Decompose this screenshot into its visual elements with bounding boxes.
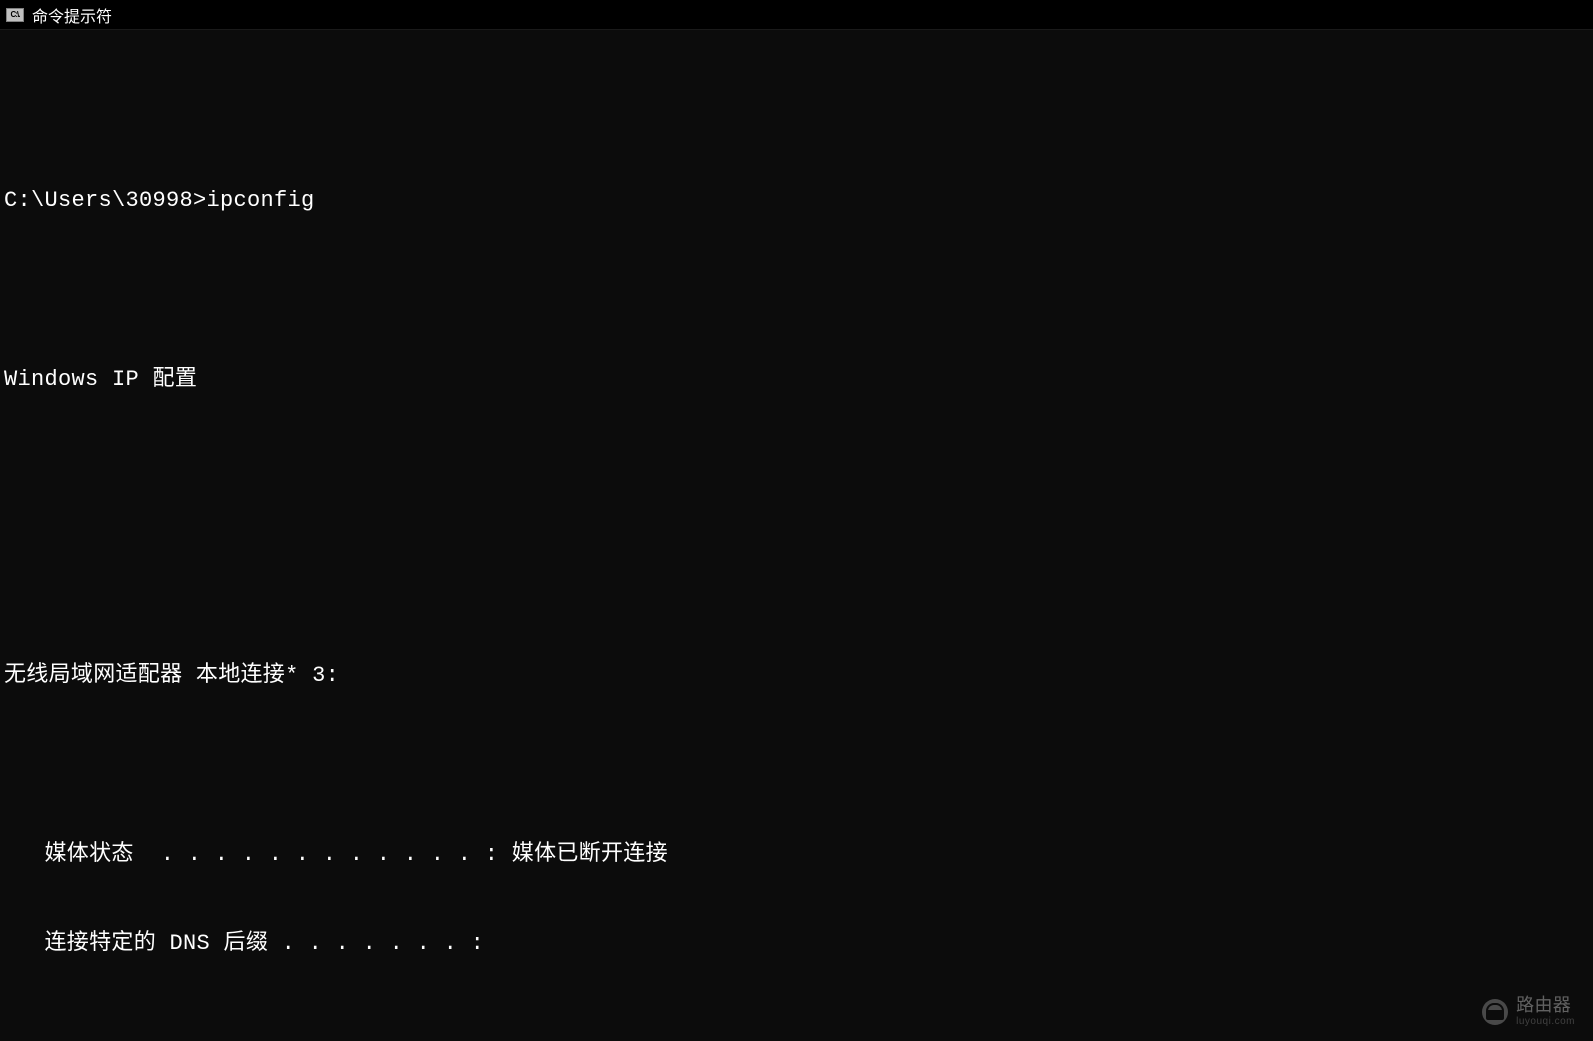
cmd-icon: C:\. [6, 8, 24, 22]
watermark: 路由器 luyouqi.com [1482, 996, 1575, 1027]
adapter-property: 连接特定的 DNS 后缀 . . . . . . . : [4, 929, 1589, 959]
watermark-url: luyouqi.com [1516, 1016, 1575, 1027]
watermark-text: 路由器 [1516, 996, 1575, 1016]
router-icon [1482, 999, 1508, 1025]
terminal-output[interactable]: C:\Users\30998>ipconfig Windows IP 配置 无线… [0, 30, 1593, 1041]
command-prompt-window: C:\. 命令提示符 C:\Users\30998>ipconfig Windo… [0, 0, 1593, 1041]
title-bar[interactable]: C:\. 命令提示符 [0, 0, 1593, 30]
ip-config-header: Windows IP 配置 [4, 365, 1589, 395]
adapter-title: 无线局域网适配器 本地连接* 3: [4, 661, 1589, 691]
adapter-property: 媒体状态 . . . . . . . . . . . . : 媒体已断开连接 [4, 840, 1589, 870]
window-title: 命令提示符 [32, 3, 112, 27]
prompt-line: C:\Users\30998>ipconfig [4, 186, 1589, 216]
